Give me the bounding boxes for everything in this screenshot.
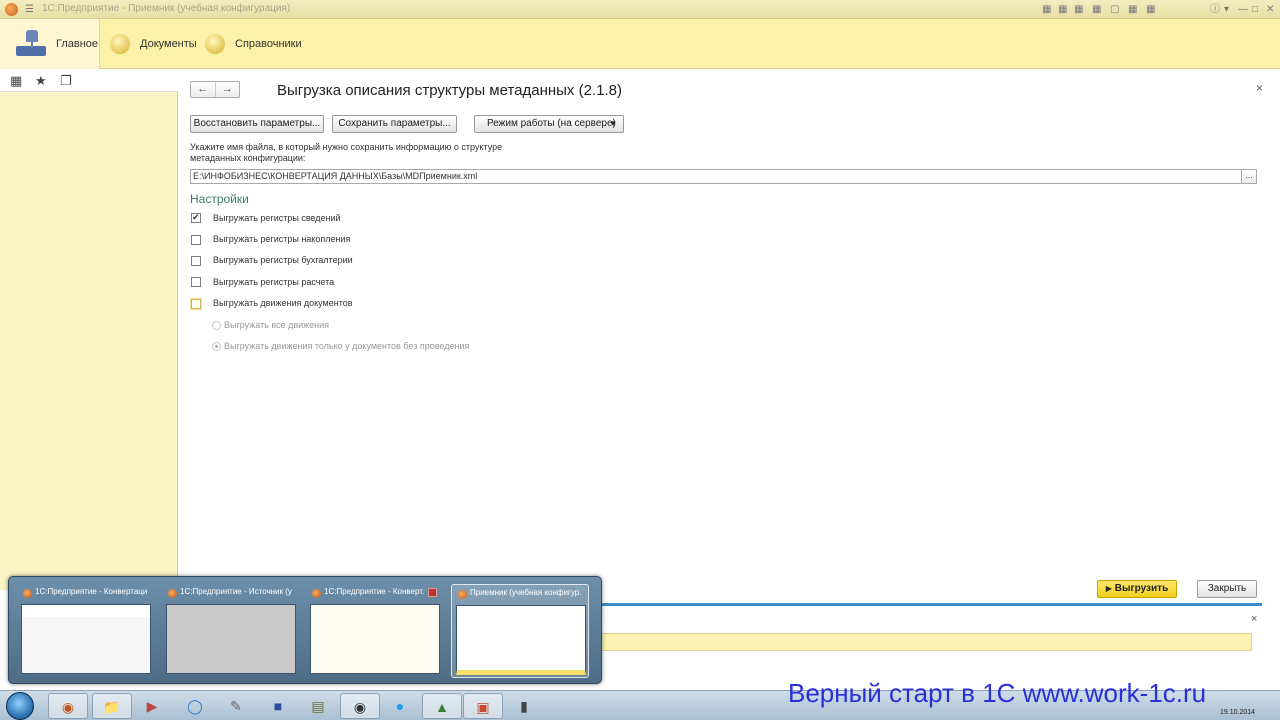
save-params-button[interactable]: Сохранить параметры... [332,115,457,133]
export-button[interactable]: ▶ Выгрузить [1097,580,1177,598]
toolbar-icon-1[interactable]: ▦ [1042,3,1051,16]
section-catalogs[interactable]: Справочники [205,19,302,69]
thumbnail-conversion-2[interactable]: 1С:Предприятие - Конверт... [306,584,444,678]
thumbnail-conversion[interactable]: 1С:Предприятие - Конвертаци... [17,584,155,678]
1c-app-icon [168,589,177,598]
checkbox-calculation-registers-label: Выгружать регистры расчета [213,277,335,287]
toolbar-icon-2[interactable]: ▦ [1058,3,1067,16]
chevron-down-icon: ▼ [609,119,617,128]
taskbar-1c-icon[interactable]: ◉ [48,693,88,719]
checkbox-accumulation-registers[interactable] [191,235,201,245]
app-logo-icon[interactable] [5,3,18,16]
close-button[interactable]: Закрыть [1197,580,1257,598]
grid-menu-icon[interactable]: ▦ [10,73,22,88]
thumbnail-preview [21,604,151,674]
desk-lamp-icon [14,30,48,58]
section-catalogs-icon [205,34,225,54]
window-title: 1С:Предприятие - Приемник (учебная конфи… [42,3,291,14]
file-browse-button[interactable]: ... [1241,169,1257,184]
radio-unposted-movements[interactable] [212,342,221,351]
toolbar-icon-7[interactable]: ▦ [1146,3,1155,16]
left-panel: ▦ ★ ❐ [0,69,178,590]
file-hint-text: Укажите имя файла, в который нужно сохра… [190,142,503,163]
1c-app-icon [312,589,321,598]
taskbar-tool-icon[interactable]: ✎ [216,693,256,719]
taskbar-camera-icon[interactable]: ▮ [504,693,544,719]
thumbnail-preview [310,604,440,674]
section-documents-icon [110,34,130,54]
settings-group-title: Настройки [190,192,249,206]
checkbox-info-registers[interactable] [191,212,201,223]
checkbox-document-movements-label: Выгружать движения документов [213,298,353,308]
taskbar-app-icon[interactable]: ◉ [340,693,380,719]
nav-buttons: ← → [190,81,240,98]
form-title: Выгрузка описания структуры метаданных (… [277,82,622,99]
back-arrow-icon[interactable]: ← [191,82,216,97]
taskbar-explorer-icon[interactable]: 📁 [92,693,132,719]
toolbar-icon-3[interactable]: ▦ [1074,3,1083,16]
thumbnail-preview [166,604,296,674]
taskbar-media-icon[interactable]: ▶ [132,693,172,719]
favorites-star-icon[interactable]: ★ [35,73,47,88]
thumbnail-receiver[interactable]: Приемник (учебная конфигур... [451,584,589,678]
thumbnail-preview [456,605,586,675]
thumbnail-label: Приемник (учебная конфигур... [470,588,582,597]
start-button[interactable] [6,692,34,720]
checkbox-calculation-registers[interactable] [191,277,201,287]
forward-arrow-icon[interactable]: → [216,82,240,97]
checkbox-accounting-registers-label: Выгружать регистры бухгалтерии [213,255,353,265]
form-close-icon[interactable]: × [1256,81,1263,95]
file-path-input[interactable]: E:\ИНФОБИЗНЕС\КОНВЕРТАЦИЯ ДАННЫХ\Базы\MD… [190,169,1243,184]
title-bar: ☰ 1С:Предприятие - Приемник (учебная кон… [0,0,1280,19]
section-documents-label: Документы [140,38,197,50]
thumbnail-label: 1С:Предприятие - Конвертаци... [35,587,147,596]
message-row[interactable] [598,633,1252,651]
taskbar-powerpoint-icon[interactable]: ▣ [463,693,503,719]
history-icon[interactable]: ❐ [60,73,72,88]
toolbar-icon-6[interactable]: ▦ [1128,3,1137,16]
section-documents[interactable]: Документы [110,19,197,69]
checkbox-document-movements[interactable] [191,299,201,309]
checkbox-accumulation-registers-label: Выгружать регистры накопления [213,234,351,244]
taskbar-thumbnails: 1С:Предприятие - Конвертаци... 1С:Предпр… [8,576,602,684]
section-catalogs-label: Справочники [235,38,302,50]
dropdown-icon[interactable]: ▾ [1224,3,1229,16]
taskbar-skype-icon[interactable]: ● [380,693,420,719]
minimize-icon[interactable]: — [1238,3,1248,16]
1c-app-icon [458,590,467,599]
export-button-label: Выгрузить [1114,583,1169,594]
thumbnail-close-icon[interactable] [428,588,437,597]
thumbnail-source[interactable]: 1С:Предприятие - Источник (у... [162,584,300,678]
checkbox-info-registers-label: Выгружать регистры сведений [213,213,341,223]
close-window-icon[interactable]: ✕ [1266,3,1274,16]
work-mode-dropdown[interactable]: Режим работы (на сервере) ▼ [474,115,624,133]
taskbar-green-icon[interactable]: ▲ [422,693,462,719]
toolbar-icon-4[interactable]: ▦ [1092,3,1101,16]
watermark-text: Верный старт в 1С www.work-1c.ru [788,678,1207,708]
messages-close-icon[interactable]: × [1251,613,1257,625]
radio-all-movements[interactable] [212,321,221,330]
info-icon[interactable]: ⓘ [1210,3,1220,16]
toolbar-icon-5[interactable]: ▢ [1110,3,1119,16]
work-mode-label: Режим работы (на сервере) [487,118,616,129]
taskbar-archive-icon[interactable]: ▤ [298,693,338,719]
thumbnail-label: 1С:Предприятие - Конверт... [324,587,424,596]
clock-date: 19.10.2014 [1220,709,1256,716]
radio-all-movements-label: Выгружать все движения [224,320,330,330]
1c-app-icon [23,589,32,598]
thumbnail-label: 1С:Предприятие - Источник (у... [180,587,292,596]
taskbar-network-icon[interactable]: ■ [258,693,298,719]
left-panel-toolbar: ▦ ★ ❐ [0,69,178,92]
sections-panel: Главное Документы Справочники [0,19,1280,69]
maximize-icon[interactable]: □ [1252,3,1258,16]
section-main[interactable]: Главное [0,19,100,69]
checkbox-accounting-registers[interactable] [191,256,201,266]
window-menu-icon[interactable]: ☰ [24,4,35,15]
section-main-label: Главное [56,38,99,50]
taskbar-ie-icon[interactable]: ◯ [175,693,215,719]
play-icon: ▶ [1105,584,1112,593]
radio-unposted-movements-label: Выгружать движения только у документов б… [224,341,470,351]
restore-params-button[interactable]: Восстановить параметры... [190,115,324,133]
form-area: ← → Выгрузка описания структуры метаданн… [178,69,1280,599]
